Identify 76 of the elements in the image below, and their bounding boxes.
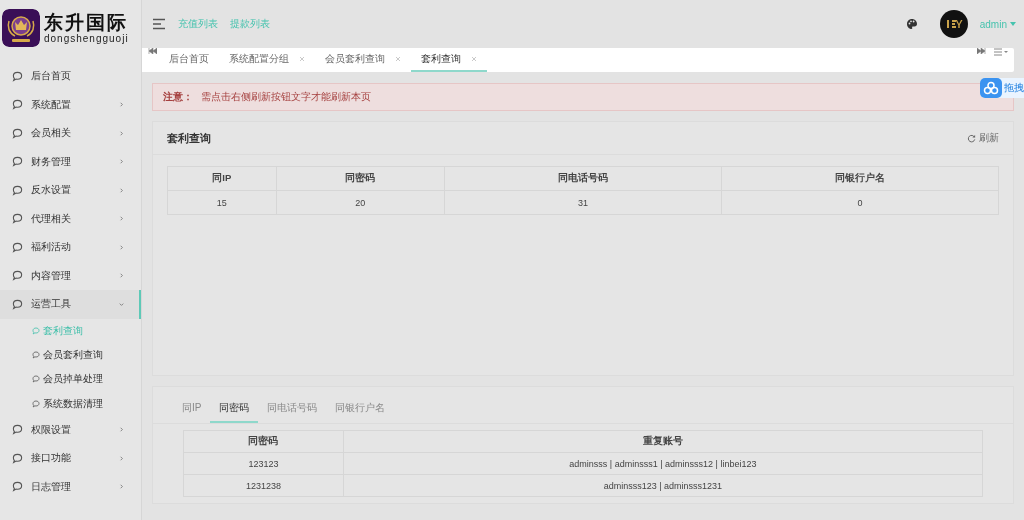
sidebar-subitem[interactable]: 会员套利查询	[0, 342, 141, 368]
notice-label: 注意：	[163, 90, 193, 104]
sidebar-item[interactable]: 财务管理	[0, 147, 141, 176]
column-header: 同密码	[183, 430, 344, 453]
menu-icon[interactable]	[152, 18, 166, 30]
chat-icon	[12, 156, 23, 168]
chat-icon	[32, 350, 40, 359]
chevron-icon	[118, 243, 125, 251]
chat-icon	[12, 481, 23, 493]
chat-icon	[12, 184, 23, 196]
brand-title: 东升国际	[44, 12, 129, 33]
chevron-icon	[118, 300, 125, 308]
sidebar-item[interactable]: 反水设置	[0, 176, 141, 205]
palette-icon[interactable]	[905, 18, 918, 30]
column-header: 同密码	[276, 166, 445, 191]
chat-icon	[12, 424, 23, 436]
sidebar-item[interactable]: 日志管理	[0, 472, 141, 502]
skip-back-icon[interactable]	[148, 48, 157, 54]
chat-icon	[32, 375, 40, 384]
table-cell: 1231238	[183, 474, 344, 497]
sidebar-item[interactable]: 系统配置	[0, 90, 141, 119]
column-header: 同电话号码	[444, 166, 722, 191]
chat-icon	[12, 70, 23, 82]
chat-icon	[32, 399, 40, 408]
table-cell: 31	[444, 190, 722, 215]
chat-icon	[32, 326, 40, 335]
sidebar-item[interactable]: 会员相关	[0, 119, 141, 148]
chat-icon	[12, 127, 23, 139]
table-cell: 15	[167, 190, 277, 215]
page-tab[interactable]: 套利查询	[411, 48, 487, 72]
chat-icon	[12, 99, 23, 111]
caret-icon	[1010, 22, 1016, 26]
sidebar-item[interactable]: 权限设置	[0, 415, 141, 445]
refresh-button[interactable]: 刷新	[967, 131, 999, 145]
table-cell: adminsss123 | adminsss1231	[343, 474, 983, 497]
sidebar-item[interactable]: 内容管理	[0, 261, 141, 290]
chat-icon	[12, 452, 23, 464]
chevron-icon	[118, 186, 125, 194]
table-cell: 0	[721, 190, 999, 215]
chevron-icon	[118, 426, 125, 434]
chevron-icon	[118, 129, 125, 137]
logo-icon	[2, 9, 40, 47]
chat-icon	[12, 270, 23, 282]
chat-icon	[12, 298, 23, 310]
sidebar-subitem[interactable]: 系统数据清理	[0, 391, 141, 416]
chevron-icon	[118, 454, 125, 462]
sidebar-item[interactable]: 运营工具	[0, 290, 141, 319]
table-cell: 20	[276, 190, 445, 215]
brand-subtitle: dongshengguoji	[44, 33, 129, 44]
page-tab[interactable]: 系统配置分组	[219, 48, 315, 72]
chevron-icon	[118, 101, 125, 109]
notice-text: 需点击右侧刷新按钮文字才能刷新本页	[201, 90, 371, 104]
column-header: 同银行户名	[721, 166, 999, 191]
chevron-icon	[118, 158, 125, 166]
column-header: 重复账号	[343, 430, 983, 453]
filter-tab[interactable]: 同密码	[210, 395, 259, 423]
chevron-icon	[118, 272, 125, 280]
chevron-icon	[118, 215, 125, 223]
sidebar-item[interactable]: 后台首页	[0, 62, 141, 91]
sidebar-subitem[interactable]: 会员掉单处理	[0, 367, 141, 392]
chat-icon	[12, 241, 23, 253]
table-cell: 123123	[183, 452, 344, 475]
page-tab[interactable]: 会员套利查询	[315, 48, 411, 72]
sidebar-item[interactable]: 接口功能	[0, 444, 141, 473]
sidebar-item[interactable]: 福利活动	[0, 233, 141, 262]
card-title: 套利查询	[167, 130, 211, 146]
skip-forward-icon[interactable]	[977, 48, 986, 54]
table-cell: adminsss | adminsss1 | adminsss12 | linbei123	[343, 452, 983, 475]
sidebar-item[interactable]: 代理相关	[0, 204, 141, 233]
chevron-icon	[118, 483, 125, 491]
drag-button[interactable]: 拖拽	[980, 78, 1024, 98]
refresh-icon	[967, 133, 976, 143]
chat-icon	[12, 213, 23, 225]
page-tab[interactable]: 后台首页	[159, 48, 219, 72]
avatar[interactable]	[939, 10, 968, 38]
column-header: 同IP	[167, 166, 277, 191]
